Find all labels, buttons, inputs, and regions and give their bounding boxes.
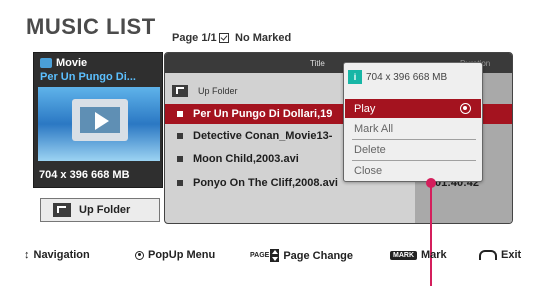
- radio-selected-icon: [460, 103, 471, 114]
- preview-panel: Movie Per Un Pungo Di... 704 x 396 668 M…: [33, 52, 163, 188]
- page-key-icon: PAGE: [250, 249, 280, 262]
- preview-thumbnail: [38, 87, 160, 161]
- mark-box-icon: [177, 111, 183, 117]
- up-folder-button-label: Up Folder: [79, 204, 131, 216]
- list-item-label: Detective Conan_Movie13-: [193, 130, 333, 142]
- popup-play-item[interactable]: Play: [345, 99, 481, 118]
- guide-label: Exit: [501, 249, 522, 261]
- guide-page-change: PAGE Page Change: [250, 249, 353, 262]
- list-item-label: Ponyo On The Cliff,2008.avi: [193, 177, 338, 189]
- guide-mark: MARK Mark: [390, 249, 447, 261]
- popup-mark-all-item[interactable]: Mark All: [345, 119, 481, 138]
- guide-popup-menu: PopUp Menu: [135, 249, 215, 261]
- play-icon: [95, 112, 109, 130]
- guide-exit: Exit: [479, 249, 521, 261]
- up-folder-icon: [53, 203, 71, 217]
- page-title: MUSIC LIST: [26, 14, 156, 39]
- ok-button-icon: [135, 250, 144, 260]
- list-item-label: Per Un Pungo Di Dollari,19: [193, 108, 333, 120]
- popup-info-text: 704 x 396 668 MB: [366, 71, 448, 83]
- preview-file-info: 704 x 396 668 MB: [39, 169, 130, 181]
- column-title: Title: [310, 59, 325, 68]
- up-folder-button[interactable]: Up Folder: [40, 198, 160, 222]
- mark-key-icon: MARK: [390, 250, 417, 260]
- up-folder-icon: [172, 85, 188, 97]
- list-item-label: Moon Child,2003.avi: [193, 153, 299, 165]
- popup-item-label: Play: [354, 102, 376, 115]
- mark-box-icon: [177, 180, 183, 186]
- mark-box-icon: [177, 156, 183, 162]
- page-indicator: Page 1/1: [172, 32, 217, 44]
- mark-box-icon: [177, 133, 183, 139]
- guide-label: Navigation: [33, 249, 90, 261]
- popup-delete-item[interactable]: Delete: [345, 140, 481, 159]
- guide-navigation: ↕ Navigation: [24, 249, 90, 261]
- popup-file-info: i 704 x 396 668 MB: [348, 70, 447, 84]
- info-icon: i: [348, 70, 362, 84]
- preview-file-name: Per Un Pungo Di...: [40, 71, 136, 83]
- callout-line: [430, 186, 432, 286]
- preview-category: Movie: [40, 57, 87, 69]
- popup-menu: i 704 x 396 668 MB Play Mark All Delete …: [343, 62, 483, 182]
- checkbox-icon: [219, 33, 229, 43]
- page-up-down-icon: [270, 249, 280, 262]
- key-guide: ↕ Navigation PopUp Menu PAGE Page Change…: [0, 249, 540, 265]
- exit-icon: [479, 250, 497, 260]
- popup-close-item[interactable]: Close: [345, 161, 481, 180]
- movie-icon: [40, 58, 52, 68]
- popup-item-label: Mark All: [354, 122, 394, 135]
- guide-label: PopUp Menu: [148, 249, 216, 261]
- page-key-text: PAGE: [250, 252, 270, 259]
- marked-status: No Marked: [219, 32, 291, 44]
- marked-label: No Marked: [235, 32, 292, 44]
- popup-item-label: Delete: [354, 143, 386, 156]
- guide-label: Page Change: [283, 249, 354, 262]
- popup-item-label: Close: [354, 164, 383, 177]
- guide-label: Mark: [421, 249, 447, 261]
- navigation-arrows-icon: ↕: [24, 249, 30, 261]
- list-item-label: Up Folder: [198, 86, 238, 96]
- category-label: Movie: [56, 57, 88, 69]
